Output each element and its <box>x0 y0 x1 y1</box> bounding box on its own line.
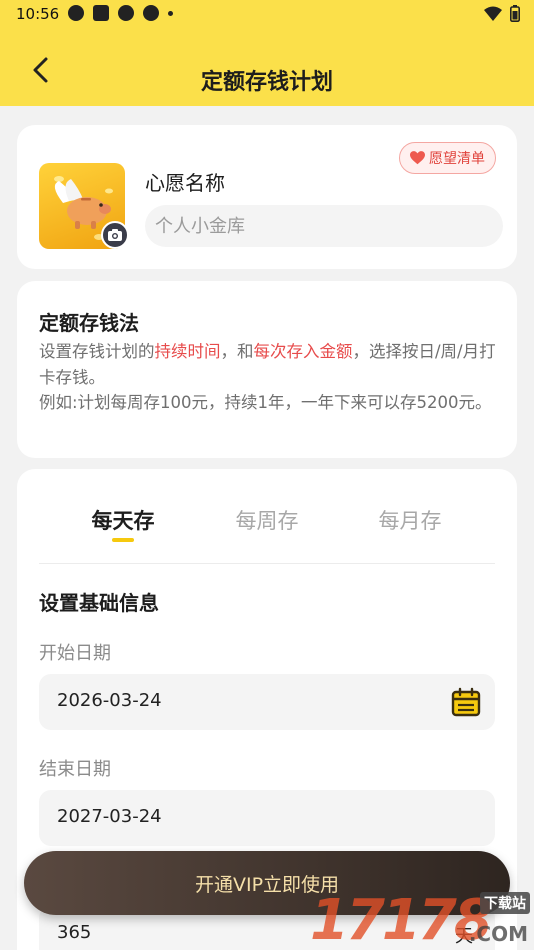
wish-card: 愿望清单 心愿名称 <box>17 125 517 269</box>
desc-text: ，和 <box>220 342 254 361</box>
section-title: 设置基础信息 <box>39 591 159 615</box>
method-title: 定额存钱法 <box>39 311 139 335</box>
vip-button-label: 开通VIP立即使用 <box>194 873 340 896</box>
page-title: 定额存钱计划 <box>200 70 333 95</box>
method-description: 设置存钱计划的持续时间，和每次存入金额，选择按日/周/月打卡存钱。 例如:计划每… <box>39 339 501 416</box>
wifi-icon <box>484 6 502 21</box>
duration-days-value: 365 <box>57 922 92 943</box>
end-date-label: 结束日期 <box>39 759 111 780</box>
more-notifications-icon <box>168 10 173 16</box>
change-photo-button[interactable] <box>101 221 129 249</box>
start-date-value: 2026-03-24 <box>57 690 162 711</box>
app-notification-icon <box>143 5 159 21</box>
tab-divider <box>39 563 495 564</box>
method-card: 定额存钱法 设置存钱计划的持续时间，和每次存入金额，选择按日/周/月打卡存钱。 … <box>17 281 517 458</box>
active-tab-indicator <box>112 538 134 542</box>
desc-highlight-duration: 持续时间 <box>154 342 221 361</box>
app-notification-icon <box>93 5 109 21</box>
camera-icon <box>108 229 122 241</box>
end-date-field[interactable]: 2027-03-24 <box>39 790 495 846</box>
tab-daily[interactable]: 每天存 <box>58 505 188 535</box>
status-bar: 10:56 <box>0 0 534 28</box>
status-time: 10:56 <box>16 5 60 23</box>
app-notification-icon <box>68 5 84 21</box>
tab-monthly[interactable]: 每月存 <box>345 505 475 535</box>
vip-activate-button[interactable]: 开通VIP立即使用 <box>24 851 510 915</box>
heart-icon <box>410 151 425 165</box>
wish-name-input[interactable] <box>145 205 503 247</box>
calendar-icon[interactable] <box>451 687 481 717</box>
notification-icons <box>68 5 173 21</box>
desc-text: 设置存钱计划的 <box>39 342 155 361</box>
top-app-bar: 定额存钱计划 <box>0 28 534 106</box>
tab-weekly[interactable]: 每周存 <box>202 505 332 535</box>
start-date-field[interactable]: 2026-03-24 <box>39 674 495 730</box>
desc-example: 例如:计划每周存100元，持续1年，一年下来可以存5200元。 <box>39 393 492 412</box>
duration-days-unit: 天 <box>455 926 473 947</box>
battery-icon <box>510 5 520 22</box>
wish-name-label: 心愿名称 <box>145 171 225 195</box>
desc-highlight-amount: 每次存入金额 <box>253 342 353 361</box>
app-notification-icon <box>118 5 134 21</box>
end-date-value: 2027-03-24 <box>57 806 162 827</box>
wishlist-button[interactable]: 愿望清单 <box>399 142 496 174</box>
system-icons <box>484 5 520 22</box>
start-date-label: 开始日期 <box>39 643 111 664</box>
wishlist-label: 愿望清单 <box>429 151 485 167</box>
